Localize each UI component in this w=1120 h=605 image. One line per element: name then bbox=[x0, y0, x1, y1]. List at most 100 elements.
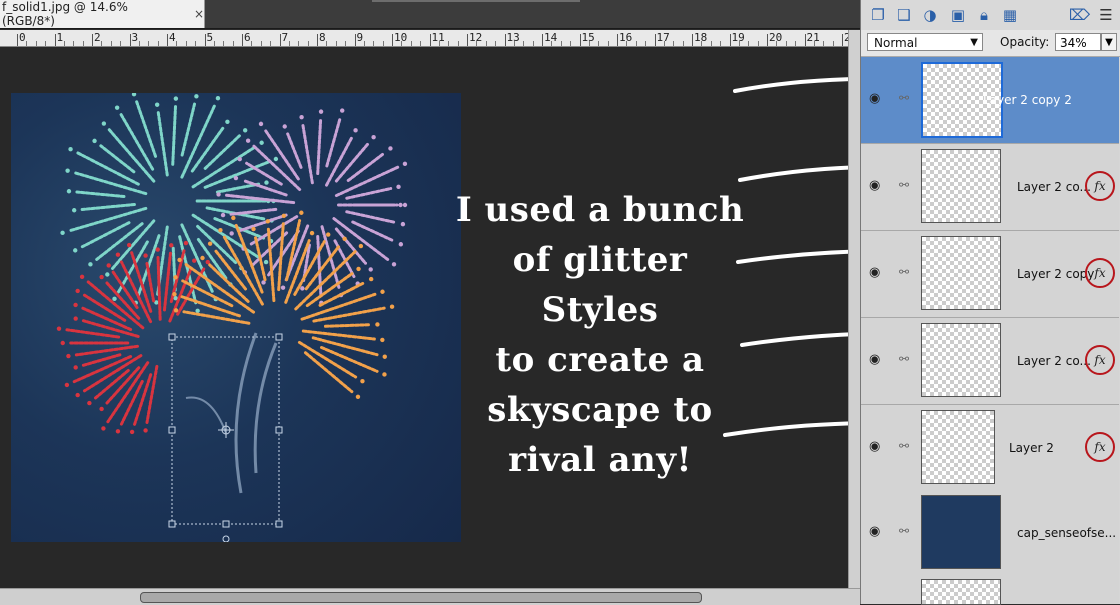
layer-row[interactable]: ◉ ⚯ Layer 2 copy fx bbox=[861, 231, 1119, 318]
firework-dot bbox=[382, 372, 387, 377]
firework-spark bbox=[215, 182, 261, 194]
layer-name[interactable]: Layer 2 co... bbox=[1017, 180, 1091, 194]
firework-dot bbox=[251, 226, 256, 232]
layer-name[interactable]: Layer 2 bbox=[1009, 441, 1054, 455]
ruler-minor-tick bbox=[551, 41, 553, 46]
eye-icon[interactable]: ◉ bbox=[869, 178, 885, 194]
close-tab-icon[interactable]: × bbox=[194, 7, 204, 21]
firework-dot bbox=[155, 247, 160, 252]
firework-dot bbox=[263, 259, 269, 265]
layer-thumbnail bbox=[921, 149, 1001, 223]
ruler-minor-tick bbox=[635, 41, 637, 46]
ruler-tick bbox=[354, 34, 356, 46]
link-icon[interactable]: ⚯ bbox=[899, 352, 909, 366]
fx-icon[interactable]: fx bbox=[1085, 258, 1115, 288]
eye-icon[interactable]: ◉ bbox=[869, 352, 885, 368]
firework-dot bbox=[66, 189, 72, 194]
firework-dot bbox=[398, 202, 403, 208]
trash-icon[interactable]: ⌦ bbox=[1069, 6, 1090, 24]
scrollbar-thumb[interactable] bbox=[140, 592, 702, 603]
ruler-label: 4 bbox=[169, 31, 176, 44]
layer-name[interactable]: Layer 2 copy 2 bbox=[983, 93, 1072, 107]
link-icon[interactable]: ⚯ bbox=[899, 178, 909, 192]
layer-row[interactable]: ◉ ⚯ Layer 2 copy 2 bbox=[861, 57, 1119, 144]
transform-handle[interactable] bbox=[168, 426, 176, 434]
blend-mode-select[interactable]: Normal ▼ bbox=[867, 33, 983, 51]
link-icon[interactable]: ⚯ bbox=[899, 439, 909, 453]
rotate-handle[interactable] bbox=[222, 535, 230, 542]
layer-row[interactable]: ◉ ⚯ cap_senseofse... bbox=[861, 490, 1119, 577]
horizontal-ruler[interactable]: 01234567891011121314151617181920212 bbox=[0, 30, 848, 47]
firework-spark bbox=[345, 210, 397, 224]
document-tab[interactable]: f_solid1.jpg @ 14.6% (RGB/8*) × bbox=[0, 0, 205, 28]
eye-icon[interactable]: ◉ bbox=[869, 265, 885, 281]
transform-bounding-box[interactable] bbox=[168, 333, 283, 542]
ruler-minor-tick bbox=[101, 41, 103, 46]
ruler-minor-tick bbox=[757, 41, 759, 46]
transform-handle[interactable] bbox=[168, 333, 176, 341]
firework-dot bbox=[368, 276, 374, 282]
transform-handle[interactable] bbox=[275, 333, 283, 341]
layer-name[interactable]: Layer 2 co... bbox=[1017, 354, 1091, 368]
eye-icon[interactable]: ◉ bbox=[869, 439, 885, 455]
panel-menu-icon[interactable]: ☰ bbox=[1097, 6, 1115, 24]
transform-handle[interactable] bbox=[222, 520, 230, 528]
ruler-label: 9 bbox=[356, 31, 364, 44]
ruler-tick bbox=[579, 34, 581, 46]
ruler-minor-tick bbox=[35, 41, 37, 46]
fx-icon[interactable]: fx bbox=[1085, 432, 1115, 462]
firework-spark bbox=[229, 207, 278, 216]
firework-dot bbox=[143, 428, 148, 433]
ruler-tick bbox=[129, 34, 131, 46]
layers-panel-toolbar: ❐ ❑ ◑ ▣ 🔒︎ ▦ ⌦ ☰ bbox=[861, 0, 1120, 31]
firework-dot bbox=[233, 175, 239, 181]
link-icon[interactable]: ⚯ bbox=[899, 524, 909, 538]
layers-panel: ❐ ❑ ◑ ▣ 🔒︎ ▦ ⌦ ☰ Normal ▼ Opacity: 34% ▼… bbox=[860, 0, 1120, 605]
firework-dot bbox=[360, 378, 365, 384]
firework-dot bbox=[56, 326, 62, 331]
firework-dot bbox=[265, 219, 270, 224]
fx-icon[interactable]: fx bbox=[1085, 171, 1115, 201]
firework-dot bbox=[194, 94, 199, 99]
firework-dot bbox=[355, 394, 361, 399]
firework-spark bbox=[311, 336, 379, 357]
layer-name[interactable]: Layer 2 copy bbox=[1017, 267, 1094, 281]
opacity-input[interactable]: 34% bbox=[1055, 33, 1101, 51]
horizontal-scrollbar[interactable] bbox=[0, 588, 860, 605]
duplicate-layer-icon[interactable]: ❑ bbox=[895, 6, 913, 24]
opacity-dropdown-icon[interactable]: ▼ bbox=[1101, 33, 1117, 51]
lock-transparency-icon[interactable]: ▦ bbox=[1001, 6, 1019, 24]
layer-row[interactable]: ◉ ⚯ Layer 2 fx bbox=[861, 405, 1119, 492]
fx-icon[interactable]: fx bbox=[1085, 345, 1115, 375]
new-layer-icon[interactable]: ❐ bbox=[869, 6, 887, 24]
eye-icon[interactable]: ◉ bbox=[869, 91, 885, 107]
firework-dot bbox=[396, 184, 401, 190]
layer-row-partial[interactable] bbox=[861, 574, 1119, 605]
lock-icon[interactable]: 🔒︎ bbox=[975, 6, 993, 24]
ruler-minor-tick bbox=[223, 41, 225, 46]
document-canvas-image[interactable] bbox=[11, 93, 461, 542]
fill-adjustment-icon[interactable]: ◑ bbox=[921, 6, 939, 24]
link-icon[interactable]: ⚯ bbox=[899, 91, 909, 105]
firework-spark bbox=[252, 144, 302, 192]
transform-handle[interactable] bbox=[275, 426, 283, 434]
ruler-minor-tick bbox=[738, 41, 740, 46]
ruler-minor-tick bbox=[185, 41, 187, 46]
firework-dot bbox=[218, 227, 223, 233]
layer-name[interactable]: cap_senseofse... bbox=[1017, 526, 1116, 540]
firework-spark bbox=[180, 102, 197, 157]
eye-icon[interactable]: ◉ bbox=[869, 524, 885, 540]
transform-handle[interactable] bbox=[275, 520, 283, 528]
layer-row[interactable]: ◉ ⚯ Layer 2 co... fx bbox=[861, 318, 1119, 405]
transform-handle[interactable] bbox=[168, 520, 176, 528]
ruler-minor-tick bbox=[682, 41, 684, 46]
firework-spark bbox=[316, 118, 323, 176]
link-icon[interactable]: ⚯ bbox=[899, 265, 909, 279]
ruler-tick bbox=[242, 34, 243, 46]
firework-dot bbox=[216, 192, 221, 197]
ruler-tick bbox=[729, 34, 731, 46]
layer-row[interactable]: ◉ ⚯ Layer 2 co... fx bbox=[861, 144, 1119, 231]
ruler-minor-tick bbox=[345, 41, 347, 46]
mask-icon[interactable]: ▣ bbox=[949, 6, 967, 24]
layer-thumbnail bbox=[921, 495, 1001, 569]
